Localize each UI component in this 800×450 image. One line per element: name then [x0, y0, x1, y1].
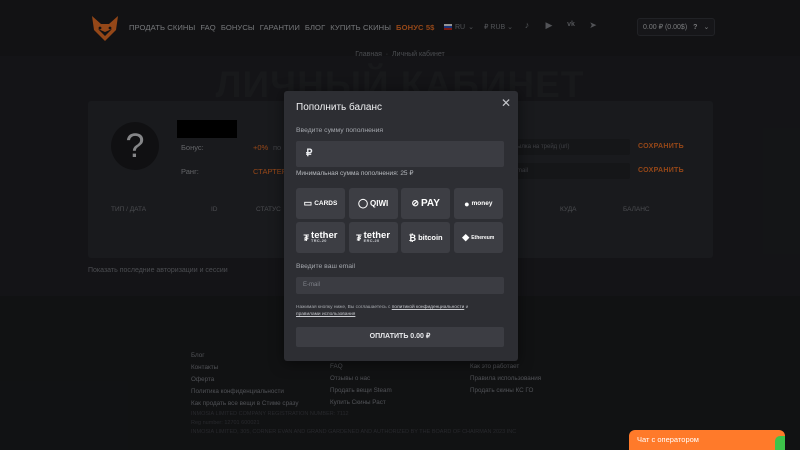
- terms-link[interactable]: правилами использования: [296, 312, 355, 317]
- ruble-icon: ₽: [306, 148, 313, 159]
- pay-button[interactable]: ОПЛАТИТЬ 0.00 ₽: [296, 327, 504, 347]
- chat-label: Чат с оператором: [637, 435, 699, 444]
- card-icon: ▭: [303, 198, 313, 208]
- legal-note: Нажимая кнопку ниже, Вы соглашаетесь с п…: [296, 305, 469, 317]
- modal-title: Пополнить баланс: [296, 102, 382, 113]
- ethereum-icon: ◆: [462, 232, 470, 242]
- tether-icon: ₮: [356, 232, 362, 243]
- payment-methods: ▭ CARDS ◯ QIWI ⊘ PAY ● money ₮ tether TR…: [296, 188, 503, 253]
- privacy-policy-link[interactable]: политикой конфиденциальности: [392, 305, 465, 310]
- operator-chat-button[interactable]: Чат с оператором: [629, 430, 785, 450]
- email-label: Введите ваш email: [296, 263, 356, 270]
- method-ethereum[interactable]: ◆ Ethereum: [453, 222, 503, 253]
- modal-email-input[interactable]: E-mail: [296, 277, 504, 294]
- close-icon[interactable]: ✕: [500, 96, 512, 110]
- method-tether-erc20[interactable]: ₮ tether ERC-20: [348, 222, 398, 253]
- min-amount-note: Минимальная сумма пополнения: 25 ₽: [296, 170, 414, 177]
- bitcoin-icon: ₿: [408, 232, 417, 243]
- yoomoney-icon: ●: [464, 198, 470, 209]
- gpay-icon: ⊘: [411, 198, 419, 208]
- method-yoomoney[interactable]: ● money: [453, 188, 503, 219]
- method-gpay[interactable]: ⊘ PAY: [401, 188, 451, 219]
- amount-label: Введите сумму пополнения: [296, 127, 384, 134]
- qiwi-icon: ◯: [357, 198, 369, 208]
- method-bitcoin[interactable]: ₿ bitcoin: [401, 222, 451, 253]
- method-cards[interactable]: ▭ CARDS: [296, 188, 345, 219]
- amount-input[interactable]: ₽: [296, 141, 504, 167]
- method-qiwi[interactable]: ◯ QIWI: [348, 188, 398, 219]
- method-tether-trc20[interactable]: ₮ tether TRC-20: [296, 222, 345, 253]
- chat-status-indicator: [775, 436, 785, 450]
- tether-icon: ₮: [303, 232, 310, 243]
